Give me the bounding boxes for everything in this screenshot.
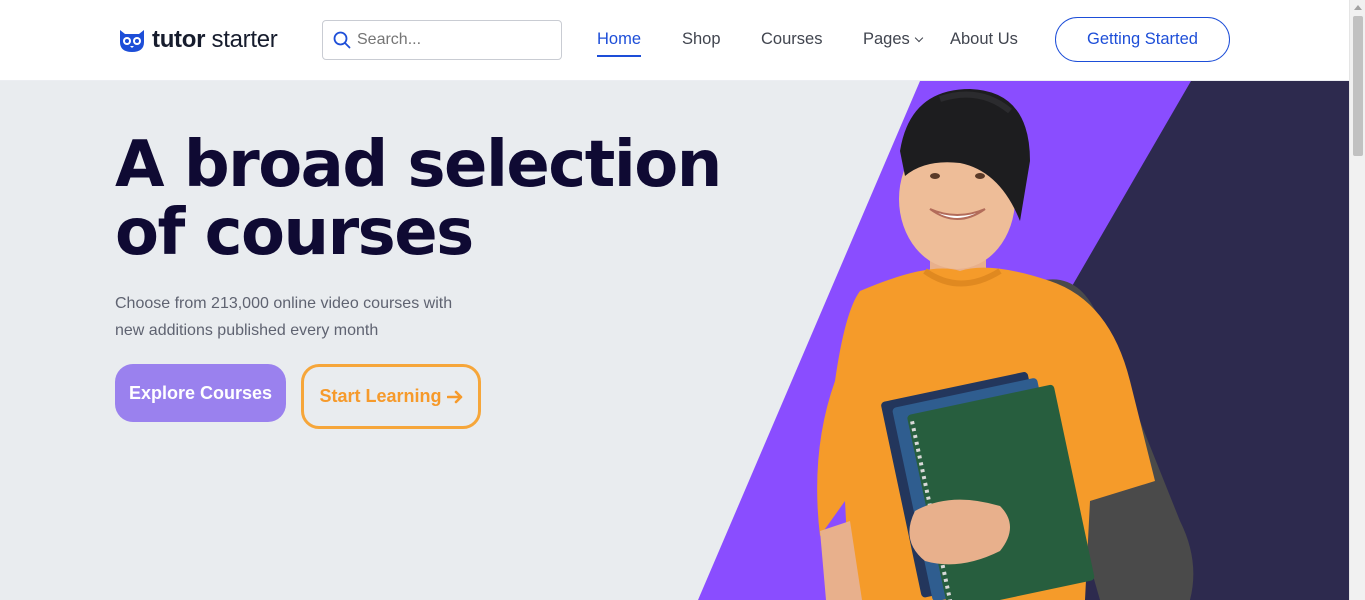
explore-courses-button[interactable]: Explore Courses	[115, 364, 286, 422]
hero-subtext-line-1: Choose from 213,000 online video courses…	[115, 295, 453, 312]
hero-subtext: Choose from 213,000 online video courses…	[115, 290, 475, 344]
start-learning-button[interactable]: Start Learning	[301, 364, 481, 429]
hero-section: A broad selection of courses Choose from…	[0, 81, 1349, 600]
arrow-right-icon	[446, 390, 462, 403]
brand-name-light: starter	[205, 26, 278, 53]
scrollbar-thumb[interactable]	[1353, 16, 1363, 156]
search-input[interactable]	[357, 31, 547, 49]
nav-item-about-us[interactable]: About Us	[950, 30, 1018, 49]
nav-item-home[interactable]: Home	[597, 30, 642, 57]
search-box[interactable]	[322, 20, 562, 60]
start-learning-label: Start Learning	[319, 386, 442, 406]
hero-headline-line-2: of courses	[115, 196, 474, 270]
nav-item-pages[interactable]: Pages	[863, 30, 924, 49]
site-header: tutor starter Home Shop Courses Pages Ab…	[0, 0, 1349, 81]
brand-name: tutor starter	[152, 26, 278, 54]
hero-subtext-line-2: new additions published every month	[115, 322, 379, 339]
nav-item-courses[interactable]: Courses	[761, 30, 822, 49]
page-scrollbar[interactable]	[1349, 0, 1365, 600]
hero-headline-line-1: A broad selection	[115, 128, 722, 202]
site-logo[interactable]: tutor starter	[118, 25, 278, 55]
nav-item-shop[interactable]: Shop	[682, 30, 721, 49]
getting-started-button[interactable]: Getting Started	[1055, 17, 1230, 62]
nav-item-pages-label: Pages	[863, 30, 910, 48]
hero-headline: A broad selection of courses	[115, 131, 775, 267]
scroll-up-arrow-icon[interactable]	[1354, 5, 1362, 10]
chevron-down-icon	[914, 33, 924, 43]
brand-name-bold: tutor	[152, 26, 206, 53]
owl-logo-icon	[120, 30, 144, 52]
search-icon	[333, 31, 351, 49]
